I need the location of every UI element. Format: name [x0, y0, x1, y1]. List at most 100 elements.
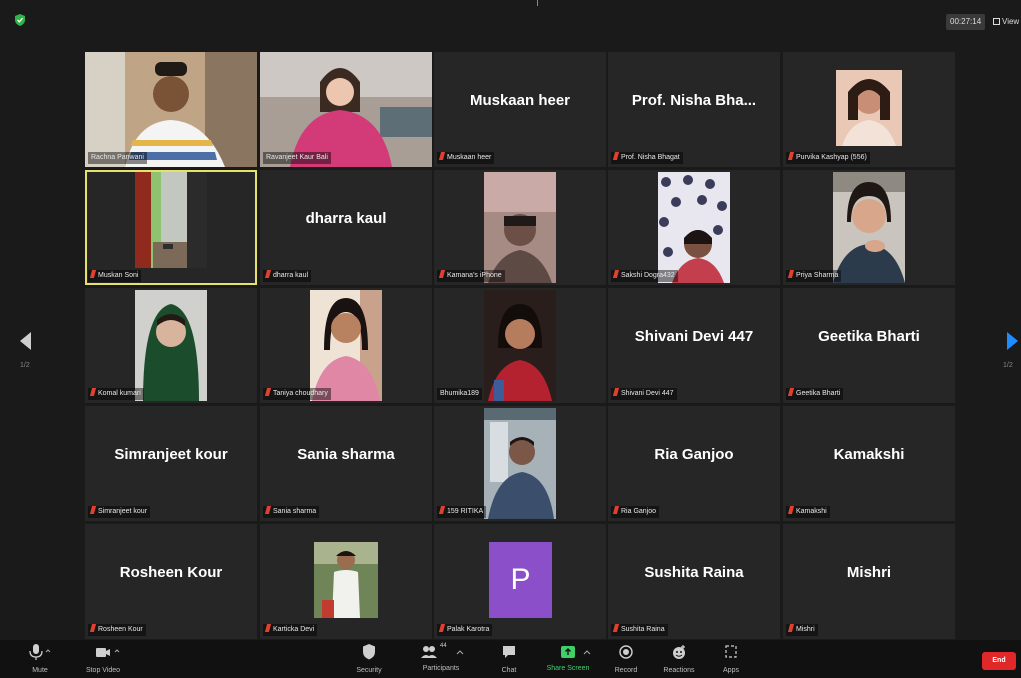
- top-divider: [537, 0, 538, 6]
- participant-name: Palak Karotra: [447, 626, 490, 633]
- participant-label: 159 RITIKA: [437, 506, 487, 518]
- participant-display-name: Sania sharma: [297, 446, 395, 463]
- shield-icon: [363, 644, 375, 660]
- participant-label: Simranjeet kour: [88, 506, 151, 518]
- participant-tile[interactable]: Purvika Kashyap (556): [783, 52, 955, 167]
- participant-name: Muskan Soni: [98, 272, 139, 279]
- participant-tile[interactable]: Shivani Devi 447 Shivani Devi 447: [608, 288, 780, 403]
- chevron-up-icon: [583, 650, 591, 655]
- video-feed: [658, 172, 730, 283]
- participant-label: Karticka Devi: [263, 624, 318, 636]
- mic-muted-icon: [89, 270, 97, 278]
- participant-name: Kamana's iPhone: [447, 272, 502, 279]
- mute-button[interactable]: Mute: [24, 643, 56, 674]
- reactions-button[interactable]: Reactions: [660, 643, 698, 674]
- participant-display-name: Prof. Nisha Bha...: [631, 92, 757, 109]
- previous-page-button[interactable]: 1/2: [20, 332, 60, 380]
- participant-tile[interactable]: 159 RITIKA: [434, 406, 606, 521]
- chevron-up-icon: [456, 650, 464, 655]
- participants-button[interactable]: 44 Participants: [412, 643, 470, 672]
- participant-tile[interactable]: Sania sharma Sania sharma: [260, 406, 432, 521]
- meeting-timer: 00:27:14: [946, 14, 986, 30]
- record-label: Record: [614, 667, 638, 674]
- view-button[interactable]: View: [993, 14, 1019, 30]
- participant-label: Komal kumari: [88, 388, 144, 400]
- participant-display-name: Simranjeet kour: [114, 446, 228, 463]
- participant-tile[interactable]: Kamakshi Kamakshi: [783, 406, 955, 521]
- participant-tile[interactable]: dharra kaul dharra kaul: [260, 170, 432, 285]
- security-label: Security: [356, 667, 382, 674]
- participant-display-name: Rosheen Kour: [119, 564, 223, 581]
- participant-display-name: Geetika Bharti: [818, 328, 920, 345]
- participant-tile[interactable]: P Palak Karotra: [434, 524, 606, 639]
- end-meeting-button[interactable]: End: [982, 652, 1016, 670]
- arrow-left-icon: [20, 332, 31, 350]
- participant-label: Purvika Kashyap (556): [786, 152, 870, 164]
- participant-label: Shivani Devi 447: [611, 388, 677, 400]
- participant-tile[interactable]: Bhumika189: [434, 288, 606, 403]
- participant-label: dharra kaul: [263, 270, 312, 282]
- stop-video-button[interactable]: Stop Video: [78, 643, 128, 674]
- participant-name: Taniya choudhary: [273, 390, 328, 397]
- participant-tile[interactable]: Mishri Mishri: [783, 524, 955, 639]
- mic-muted-icon: [89, 388, 97, 396]
- participant-label: Ria Ganjoo: [611, 506, 660, 518]
- participant-name: Karticka Devi: [273, 626, 315, 633]
- participant-tile[interactable]: Karticka Devi: [260, 524, 432, 639]
- participant-tile[interactable]: Ria Ganjoo Ria Ganjoo: [608, 406, 780, 521]
- participant-tile[interactable]: Komal kumari: [85, 288, 257, 403]
- smiley-icon: [673, 645, 685, 659]
- mic-muted-icon: [438, 506, 446, 514]
- record-icon: [619, 645, 633, 659]
- participant-name: Shivani Devi 447: [621, 390, 674, 397]
- participant-label: Geetika Bharti: [786, 388, 844, 400]
- participant-tile[interactable]: Prof. Nisha Bha... Prof. Nisha Bhagat: [608, 52, 780, 167]
- shield-icon[interactable]: [14, 14, 26, 26]
- participant-tile[interactable]: Taniya choudhary: [260, 288, 432, 403]
- participant-display-name: Kamakshi: [833, 446, 905, 463]
- participant-label: Kamana's iPhone: [437, 270, 505, 282]
- participant-tile[interactable]: Sakshi Dogra432: [608, 170, 780, 285]
- arrow-right-icon: [1007, 332, 1018, 350]
- participant-tile[interactable]: Priya Sharma: [783, 170, 955, 285]
- share-screen-button[interactable]: Share Screen: [540, 643, 596, 672]
- participant-tile[interactable]: Kamana's iPhone: [434, 170, 606, 285]
- participant-tile[interactable]: Muskaan heer Muskaan heer: [434, 52, 606, 167]
- participant-tile[interactable]: Simranjeet kour Simranjeet kour: [85, 406, 257, 521]
- share-screen-icon-group: [543, 643, 593, 661]
- video-feed: [833, 172, 905, 283]
- participant-label: Kamakshi: [786, 506, 830, 518]
- participant-tile[interactable]: Rosheen Kour Rosheen Kour: [85, 524, 257, 639]
- participant-name: 159 RITIKA: [447, 508, 484, 515]
- video-feed: [484, 408, 556, 519]
- participant-tile[interactable]: Sushita Raina Sushita Raina: [608, 524, 780, 639]
- chat-button[interactable]: Chat: [494, 643, 524, 674]
- participant-tile[interactable]: Geetika Bharti Geetika Bharti: [783, 288, 955, 403]
- chat-bubble-icon: [503, 646, 515, 658]
- participant-tile[interactable]: Rachna Panwani: [85, 52, 257, 167]
- next-page-button[interactable]: 1/2: [1003, 332, 1021, 380]
- participants-icon-group: 44: [416, 643, 466, 661]
- participant-name: Muskaan heer: [447, 154, 492, 161]
- record-button[interactable]: Record: [610, 643, 642, 674]
- security-button[interactable]: Security: [349, 643, 389, 674]
- people-icon: [421, 646, 437, 658]
- avatar: P: [489, 542, 552, 618]
- stop-video-label: Stop Video: [85, 667, 121, 674]
- top-bar: 00:27:14 View: [0, 0, 1021, 40]
- participant-name: Ria Ganjoo: [621, 508, 657, 515]
- participant-tile-active-speaker[interactable]: Muskan Soni: [85, 170, 257, 285]
- participant-tile[interactable]: Ravanjeet Kaur Bali: [260, 52, 432, 167]
- mic-muted-icon: [787, 388, 795, 396]
- video-camera-icon: [96, 648, 120, 657]
- participant-display-name: Ria Ganjoo: [654, 446, 734, 463]
- apps-button[interactable]: Apps: [716, 643, 746, 674]
- video-feed: [135, 290, 207, 401]
- mic-muted-icon: [612, 270, 620, 278]
- participant-label: Sakshi Dogra432: [611, 270, 678, 282]
- mic-muted-icon: [89, 506, 97, 514]
- participant-label: Mishri: [786, 624, 818, 636]
- mic-muted-icon: [612, 624, 620, 632]
- chat-label: Chat: [501, 667, 517, 674]
- video-feed: [310, 290, 382, 401]
